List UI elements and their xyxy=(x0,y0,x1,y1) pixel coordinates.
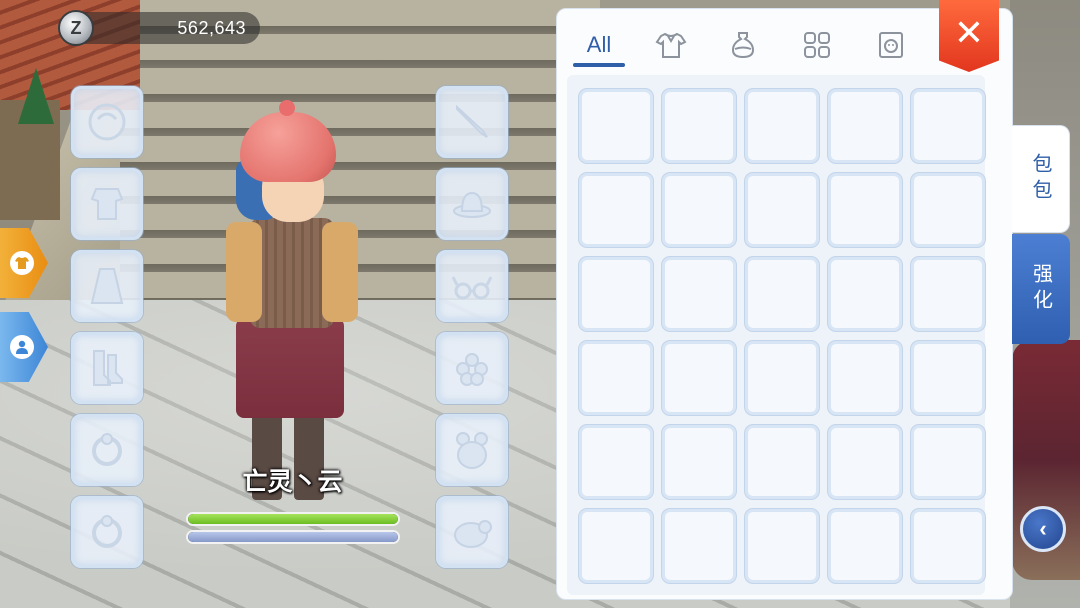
shirt-icon xyxy=(10,251,34,275)
inventory-slot[interactable] xyxy=(745,257,819,331)
tab-equipment[interactable] xyxy=(643,23,699,67)
pet-slot-icon xyxy=(456,432,488,469)
inventory-slot[interactable] xyxy=(911,341,985,415)
inventory-slot[interactable] xyxy=(745,341,819,415)
zeny-counter: Z 562,643 xyxy=(58,10,260,46)
inventory-slot[interactable] xyxy=(662,341,736,415)
inventory-slot[interactable] xyxy=(579,257,653,331)
equip-slot-head-mid[interactable] xyxy=(436,250,508,322)
accessory-slot-icon xyxy=(92,515,122,548)
tab-materials[interactable] xyxy=(789,23,845,67)
close-icon: ✕ xyxy=(953,12,985,53)
inventory-slot[interactable] xyxy=(662,89,736,163)
tab-all[interactable]: All xyxy=(571,23,627,67)
inventory-grid xyxy=(579,89,985,583)
character-name: 亡灵丶云 xyxy=(242,468,343,496)
head-mid-slot-icon xyxy=(451,276,493,300)
equip-slot-weapon[interactable] xyxy=(436,86,508,158)
enhance-tab-label: 强化 xyxy=(1029,263,1052,315)
inventory-slot[interactable] xyxy=(828,257,902,331)
inventory-slot[interactable] xyxy=(828,341,902,415)
bag-tab[interactable]: 包包 xyxy=(1012,125,1070,233)
inventory-slot[interactable] xyxy=(745,509,819,583)
potion-icon xyxy=(731,32,755,59)
equip-slot-accessory-1[interactable] xyxy=(71,414,143,486)
armor-slot-icon xyxy=(90,188,124,220)
inventory-slot[interactable] xyxy=(828,425,902,499)
equip-slot-accessory-2[interactable] xyxy=(71,496,143,568)
head-top-slot-icon xyxy=(453,191,491,218)
player-character-model xyxy=(222,100,362,510)
character-side-tab[interactable] xyxy=(0,312,48,382)
active-tab-underline xyxy=(573,63,625,67)
equip-slot-armor[interactable] xyxy=(71,168,143,240)
inventory-slot[interactable] xyxy=(662,173,736,247)
inventory-slot[interactable] xyxy=(662,257,736,331)
material-grid-icon xyxy=(804,32,830,58)
inventory-slot[interactable] xyxy=(828,89,902,163)
weapon-slot-icon xyxy=(456,104,488,138)
card-icon xyxy=(879,32,903,58)
mount-slot-icon xyxy=(454,520,492,548)
inventory-slot[interactable] xyxy=(579,425,653,499)
bag-tab-label: 包包 xyxy=(1029,153,1051,205)
equipment-side-tab[interactable] xyxy=(0,228,48,298)
shoes-slot-icon xyxy=(93,350,123,386)
inventory-slot[interactable] xyxy=(579,89,653,163)
zeny-coin-icon: Z xyxy=(58,10,94,46)
hp-bar xyxy=(186,512,400,526)
equip-slot-pet[interactable] xyxy=(436,414,508,486)
equip-slot-shield[interactable] xyxy=(71,86,143,158)
equip-slot-head-top[interactable] xyxy=(436,168,508,240)
inventory-slot[interactable] xyxy=(911,173,985,247)
inventory-slot[interactable] xyxy=(745,89,819,163)
collapse-panel-button[interactable]: ‹ xyxy=(1020,506,1066,552)
zeny-amount: 562,643 xyxy=(177,18,246,38)
enhance-tab[interactable]: 强化 xyxy=(1012,234,1070,344)
sp-bar xyxy=(186,530,400,544)
inventory-slot[interactable] xyxy=(828,173,902,247)
garment-slot-icon xyxy=(90,268,124,304)
inventory-grid-area xyxy=(567,75,985,595)
close-button[interactable]: ✕ xyxy=(939,0,999,72)
pine-tree xyxy=(18,68,54,124)
chevron-left-icon: ‹ xyxy=(1039,516,1047,541)
inventory-slot[interactable] xyxy=(911,425,985,499)
tab-all-label: All xyxy=(586,32,612,57)
person-icon xyxy=(10,335,34,359)
sp-bar-fill xyxy=(188,532,398,542)
inventory-slot[interactable] xyxy=(579,509,653,583)
equip-slot-mount[interactable] xyxy=(436,496,508,568)
inventory-slot[interactable] xyxy=(745,425,819,499)
shield-slot-icon xyxy=(88,103,126,141)
head-low-slot-icon xyxy=(456,353,488,386)
inventory-slot[interactable] xyxy=(662,509,736,583)
inventory-slot[interactable] xyxy=(579,341,653,415)
tab-cards[interactable] xyxy=(863,23,919,67)
inventory-panel: All xyxy=(556,8,1013,600)
equip-slot-shoes[interactable] xyxy=(71,332,143,404)
hp-bar-fill xyxy=(188,514,398,524)
equip-slot-head-low[interactable] xyxy=(436,332,508,404)
accessory-slot-icon xyxy=(92,433,122,466)
inventory-slot[interactable] xyxy=(911,257,985,331)
inventory-slot[interactable] xyxy=(745,173,819,247)
equip-slot-garment[interactable] xyxy=(71,250,143,322)
inventory-slot[interactable] xyxy=(828,509,902,583)
inventory-slot[interactable] xyxy=(911,89,985,163)
inventory-slot[interactable] xyxy=(911,509,985,583)
inventory-slot[interactable] xyxy=(579,173,653,247)
equipment-shirt-icon xyxy=(655,32,687,58)
inventory-slot[interactable] xyxy=(662,425,736,499)
tab-consumables[interactable] xyxy=(715,23,771,67)
